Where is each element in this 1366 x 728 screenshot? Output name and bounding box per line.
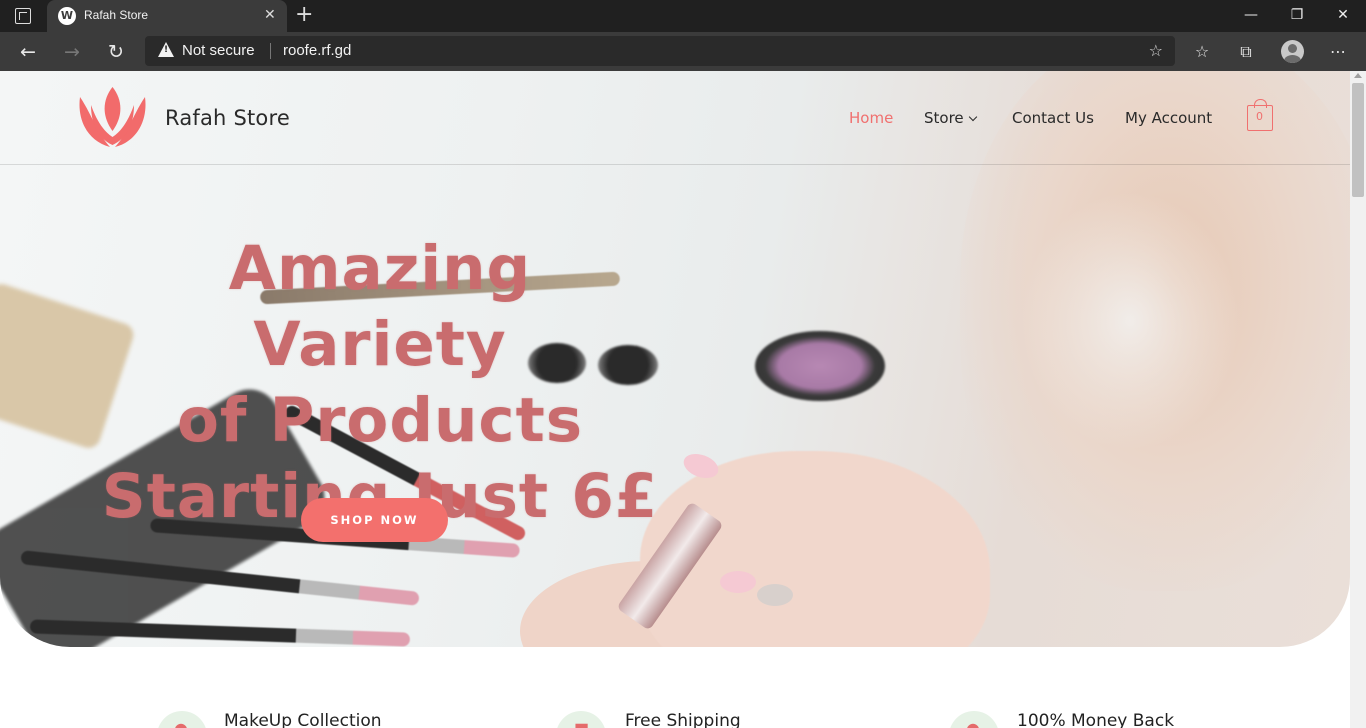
cart-count: 0 xyxy=(1256,110,1263,123)
nav-store-label: Store xyxy=(924,109,964,127)
favorites-icon[interactable]: ☆ xyxy=(1190,40,1214,64)
chevron-down-icon xyxy=(968,112,977,122)
nav-contact[interactable]: Contact Us xyxy=(1012,109,1094,127)
shipping-glyph: ■ xyxy=(574,719,589,728)
forward-arrow-icon[interactable]: → xyxy=(58,39,86,65)
nail-image xyxy=(757,584,793,606)
hero-background-highlight xyxy=(1020,191,1240,451)
headline-line: Amazing Variety xyxy=(228,233,532,380)
url-field[interactable]: Not secure roofe.rf.gd ☆ xyxy=(145,36,1175,66)
nav-account[interactable]: My Account xyxy=(1125,109,1212,127)
warning-icon[interactable] xyxy=(158,42,174,57)
blush-compact-image xyxy=(755,331,885,401)
lotus-logo-icon[interactable] xyxy=(77,85,148,149)
collections-icon[interactable]: ⧉ xyxy=(1234,40,1258,64)
new-tab-button[interactable]: + xyxy=(295,4,313,26)
tab-actions-icon[interactable] xyxy=(15,8,31,24)
back-arrow-icon[interactable]: ← xyxy=(14,39,42,65)
page-scrollbar[interactable] xyxy=(1350,71,1366,728)
close-window-button[interactable]: ✕ xyxy=(1320,0,1366,32)
restore-button[interactable]: ❐ xyxy=(1274,0,1320,32)
money-back-glyph: ● xyxy=(966,719,980,728)
refresh-icon[interactable]: ↻ xyxy=(102,39,130,65)
browser-tab[interactable]: W Rafah Store ✕ xyxy=(47,0,287,32)
wordpress-favicon-icon: W xyxy=(58,7,76,25)
feature-title-shipping: Free Shipping xyxy=(625,711,741,728)
address-bar-row: ← → ↻ Not secure roofe.rf.gd ☆ ☆ ⧉ ⋯ xyxy=(0,32,1366,71)
minimize-button[interactable]: — xyxy=(1228,0,1274,32)
profile-avatar-icon[interactable] xyxy=(1281,40,1304,63)
tab-title: Rafah Store xyxy=(84,8,149,22)
scroll-up-arrow-icon[interactable] xyxy=(1354,73,1362,78)
headline-line: of Products xyxy=(176,385,584,456)
hero-banner: Rafah Store Home Store Contact Us My Acc… xyxy=(0,71,1350,647)
more-menu-icon[interactable]: ⋯ xyxy=(1326,40,1350,64)
page-viewport: Rafah Store Home Store Contact Us My Acc… xyxy=(0,71,1350,728)
url-text[interactable]: roofe.rf.gd xyxy=(283,42,351,59)
security-status[interactable]: Not secure xyxy=(182,42,255,59)
url-divider xyxy=(270,43,271,59)
feature-title-makeup: MakeUp Collection xyxy=(224,711,382,728)
nav-store[interactable]: Store xyxy=(924,109,977,127)
shop-now-button[interactable]: SHOP NOW xyxy=(301,498,448,542)
browser-titlebar: W Rafah Store ✕ + — ❐ ✕ xyxy=(0,0,1366,32)
nail-image xyxy=(720,571,756,593)
site-header: Rafah Store Home Store Contact Us My Acc… xyxy=(0,71,1350,165)
hero-headline: Amazing Variety of Products Starting Jus… xyxy=(100,231,660,535)
makeup-glyph: ● xyxy=(174,719,188,728)
scroll-thumb[interactable] xyxy=(1352,83,1364,197)
tab-close-icon[interactable]: ✕ xyxy=(264,7,276,23)
nav-home[interactable]: Home xyxy=(849,109,893,127)
add-favorite-icon[interactable]: ☆ xyxy=(1149,41,1163,60)
feature-title-money-back: 100% Money Back xyxy=(1017,711,1175,728)
cart-icon[interactable]: 0 xyxy=(1247,99,1273,131)
brand-name[interactable]: Rafah Store xyxy=(165,106,290,130)
